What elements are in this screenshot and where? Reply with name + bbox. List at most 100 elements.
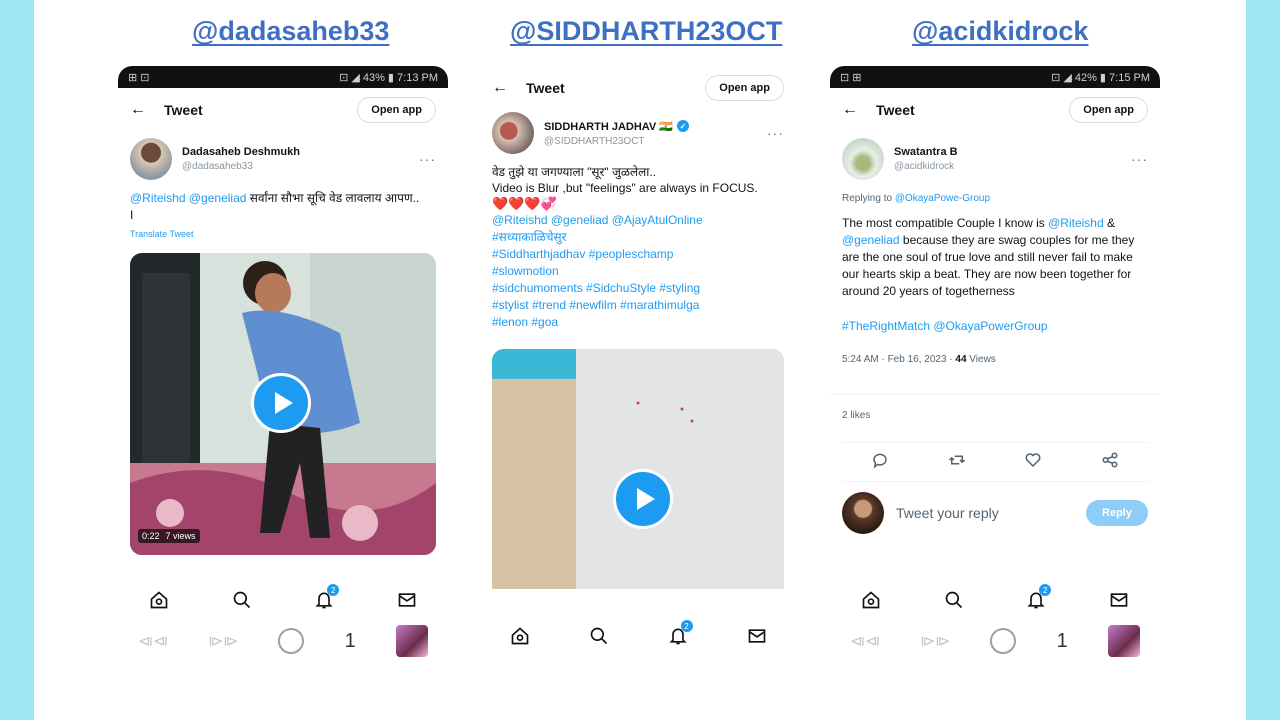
- more-options-icon[interactable]: ···: [767, 125, 784, 141]
- forward-icon[interactable]: ⧐⧐: [208, 632, 238, 650]
- display-name[interactable]: Swatantra B: [894, 146, 1131, 158]
- phone-screenshot-1: ⊞ ⊡ ⊡ ◢ 43% ▮ 7:13 PM ← Tweet Open app D…: [118, 66, 448, 666]
- user-thumbnail[interactable]: [395, 625, 428, 657]
- rewind-icon[interactable]: ⧏⧏: [850, 632, 880, 650]
- rewind-icon[interactable]: ⧏⧏: [138, 632, 168, 650]
- handle-dadasaheb33[interactable]: @dadasaheb33: [192, 16, 389, 47]
- views-count: 44: [955, 354, 967, 365]
- home-circle-icon[interactable]: [990, 628, 1017, 654]
- home-circle-icon[interactable]: [278, 628, 305, 654]
- search-icon[interactable]: [230, 588, 254, 612]
- hashtag-links[interactable]: #TheRightMatch @OkayaPowerGroup: [842, 319, 1048, 333]
- hearts-emoji: ❤️❤️❤️💞: [492, 196, 557, 211]
- mention-link[interactable]: @Riteishd: [1048, 216, 1104, 230]
- notifications-bell-icon[interactable]: 2: [666, 620, 693, 648]
- reply-icon[interactable]: [871, 451, 889, 474]
- home-icon[interactable]: [859, 588, 883, 612]
- hashtag-line[interactable]: #stylist #trend #newfilm #marathimulga: [492, 297, 784, 314]
- tweet-text: वेड तुझे या जगण्याला "सूर" जुळलेला.. Vid…: [480, 160, 796, 335]
- mention-link[interactable]: @geneliad: [842, 233, 900, 247]
- reply-input[interactable]: Tweet your reply: [896, 505, 1074, 521]
- search-icon[interactable]: [587, 624, 611, 648]
- status-bar: ⊞ ⊡ ⊡ ◢ 43% ▮ 7:13 PM: [118, 66, 448, 88]
- timestamp-text: 5:24 AM · Feb 16, 2023 ·: [842, 354, 956, 365]
- tweet-actions: [842, 442, 1148, 482]
- messages-envelope-icon[interactable]: [1107, 588, 1131, 612]
- username[interactable]: @SIDDHARTH23OCT: [544, 136, 767, 147]
- avatar[interactable]: [492, 112, 534, 154]
- handle-siddharth23oct[interactable]: @SIDDHARTH23OCT: [510, 16, 782, 47]
- more-options-icon[interactable]: ···: [419, 151, 436, 167]
- status-icons-left: ⊞ ⊡: [128, 71, 150, 84]
- video-meta: 0:22 7 views: [138, 529, 200, 543]
- hashtag-line[interactable]: @Riteishd @geneliad @AjayAtulOnline: [492, 212, 784, 229]
- user-avatar[interactable]: [842, 492, 884, 534]
- user-thumbnail[interactable]: [1107, 625, 1140, 657]
- tweet-video[interactable]: 0:22 7 views: [130, 253, 436, 555]
- status-icons-right: ⊡ ◢ 42% ▮ 7:15 PM: [1051, 71, 1150, 84]
- open-app-button[interactable]: Open app: [1069, 97, 1148, 123]
- phone-screenshot-2: ← Tweet Open app SIDDHARTH JADHAV 🇮🇳 ✓ @…: [480, 64, 796, 664]
- search-icon[interactable]: [942, 588, 966, 612]
- notifications-bell-icon[interactable]: 2: [312, 584, 340, 612]
- reply-button[interactable]: Reply: [1086, 500, 1148, 526]
- phone-screenshot-3: ⊡ ⊞ ⊡ ◢ 42% ▮ 7:15 PM ← Tweet Open app S…: [830, 66, 1160, 666]
- notification-badge: 2: [327, 584, 340, 596]
- tweet-author: Dadasaheb Deshmukh @dadasaheb33 ···: [118, 132, 448, 186]
- video-views: 7 views: [165, 531, 196, 541]
- hashtag-line[interactable]: #Siddharthjadhav #peopleschamp: [492, 246, 784, 263]
- system-nav-bar: ⧏⧏ ⧐⧐ 1: [830, 618, 1160, 664]
- views-label: Views: [966, 354, 996, 365]
- username[interactable]: @acidkidrock: [894, 161, 1131, 172]
- hashtag-line[interactable]: #slowmotion: [492, 263, 784, 280]
- play-button[interactable]: [613, 469, 673, 529]
- messages-envelope-icon[interactable]: [745, 624, 769, 648]
- back-arrow-icon[interactable]: ←: [492, 79, 526, 97]
- play-button[interactable]: [251, 373, 311, 433]
- replying-to-link[interactable]: @OkayaPowe-Group: [895, 193, 990, 204]
- reply-composer: Tweet your reply Reply: [830, 482, 1160, 544]
- tweet-video[interactable]: [492, 349, 784, 589]
- hashtag-line[interactable]: #lenon #goa: [492, 314, 784, 331]
- mention-links[interactable]: @Riteishd @geneliad: [130, 191, 246, 205]
- tweet-body-text: &: [1103, 216, 1115, 230]
- retweet-icon[interactable]: [948, 451, 966, 474]
- avatar[interactable]: [130, 138, 172, 180]
- page-title: Tweet: [164, 102, 203, 118]
- video-duration: 0:22: [142, 531, 160, 541]
- hashtag-line[interactable]: #सध्याकाळिचेसुर: [492, 229, 784, 246]
- tweet-header: ← Tweet Open app: [480, 64, 796, 112]
- hashtag-list: @Riteishd @geneliad @AjayAtulOnline #सध्…: [492, 212, 784, 331]
- replying-to-label: Replying to: [842, 193, 895, 204]
- display-name[interactable]: SIDDHARTH JADHAV 🇮🇳: [544, 120, 673, 133]
- notification-badge: 2: [680, 620, 693, 632]
- status-icons-right: ⊡ ◢ 43% ▮ 7:13 PM: [339, 71, 438, 84]
- home-icon[interactable]: [147, 588, 171, 612]
- bottom-nav: 2: [480, 614, 796, 658]
- hashtag-line[interactable]: #sidchumoments #SidchuStyle #styling: [492, 280, 784, 297]
- share-icon[interactable]: [1101, 451, 1119, 474]
- likes-count[interactable]: 2 likes: [830, 394, 1160, 428]
- translate-tweet-link[interactable]: Translate Tweet: [130, 226, 436, 243]
- system-nav-bar: ⧏⧏ ⧐⧐ 1: [118, 618, 448, 664]
- username[interactable]: @dadasaheb33: [182, 161, 419, 172]
- back-arrow-icon[interactable]: ←: [130, 101, 164, 119]
- open-app-button[interactable]: Open app: [357, 97, 436, 123]
- collage-canvas: @dadasaheb33 @SIDDHARTH23OCT @acidkidroc…: [34, 0, 1246, 720]
- handle-acidkidrock[interactable]: @acidkidrock: [912, 16, 1088, 47]
- display-name[interactable]: Dadasaheb Deshmukh: [182, 146, 419, 158]
- bottom-nav: 2: [830, 578, 1160, 622]
- tweet-body-text: The most compatible Couple I know is: [842, 216, 1049, 230]
- notifications-bell-icon[interactable]: 2: [1024, 584, 1052, 612]
- back-arrow-icon[interactable]: ←: [842, 101, 876, 119]
- home-icon[interactable]: [508, 624, 532, 648]
- more-options-icon[interactable]: ···: [1131, 151, 1148, 167]
- avatar[interactable]: [842, 138, 884, 180]
- replying-to: Replying to @OkayaPowe-Group: [830, 186, 1160, 207]
- open-app-button[interactable]: Open app: [705, 75, 784, 101]
- forward-icon[interactable]: ⧐⧐: [920, 632, 950, 650]
- tweet-timestamp: 5:24 AM · Feb 16, 2023 · 44 Views: [830, 347, 1160, 372]
- tweet-author: Swatantra B @acidkidrock ···: [830, 132, 1160, 186]
- messages-envelope-icon[interactable]: [395, 588, 419, 612]
- like-heart-icon[interactable]: [1024, 451, 1042, 474]
